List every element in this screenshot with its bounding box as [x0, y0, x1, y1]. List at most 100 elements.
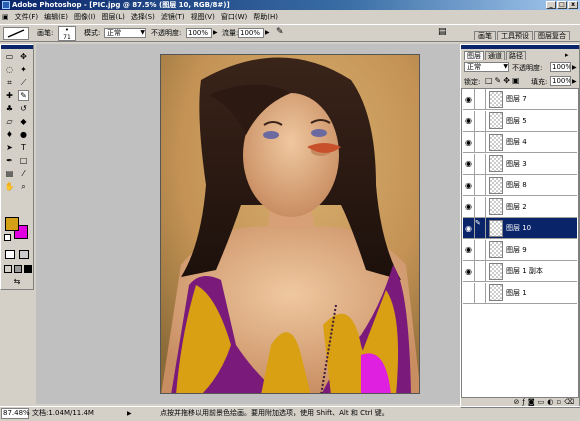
- visibility-eye-icon[interactable]: ◉: [463, 239, 475, 260]
- menu-select[interactable]: 选择(S): [128, 10, 158, 24]
- layer-link-cell[interactable]: [475, 239, 486, 260]
- layer-row[interactable]: ◉ 图层 3: [463, 153, 577, 175]
- crop-tool-icon[interactable]: ⌗: [4, 77, 15, 88]
- photoshop-app-icon[interactable]: [2, 1, 10, 9]
- type-tool-icon[interactable]: T: [18, 142, 29, 153]
- eyedropper-icon[interactable]: ⁄: [18, 168, 29, 179]
- layer-row[interactable]: ◉ 图层 1 副本: [463, 261, 577, 282]
- quick-mask-icon[interactable]: [19, 250, 29, 259]
- add-mask-icon[interactable]: ◙: [528, 398, 538, 406]
- pen-tool-icon[interactable]: ✒: [4, 155, 15, 166]
- chevron-right-icon[interactable]: ▶: [213, 29, 218, 37]
- delete-layer-icon[interactable]: ⌫: [564, 398, 577, 406]
- tab-channels[interactable]: 通道: [485, 51, 505, 60]
- chevron-right-icon[interactable]: ▶: [572, 64, 577, 72]
- layer-link-cell[interactable]: [475, 282, 486, 303]
- default-colors-icon[interactable]: [4, 234, 11, 241]
- layer-row[interactable]: ◉ 图层 9: [463, 239, 577, 261]
- layer-row[interactable]: ◉ 图层 4: [463, 132, 577, 153]
- clone-stamp-icon[interactable]: ♣: [4, 103, 15, 114]
- layer-link-cell[interactable]: [475, 153, 486, 174]
- menu-image[interactable]: 图像(I): [71, 10, 99, 24]
- palette-menu-icon[interactable]: ▸: [565, 51, 569, 59]
- screen-mode-standard-icon[interactable]: [4, 265, 12, 273]
- magic-wand-icon[interactable]: ✦: [18, 64, 29, 75]
- visibility-eye-icon[interactable]: ◉: [463, 110, 475, 131]
- layer-link-cell[interactable]: [475, 261, 486, 281]
- visibility-eye-icon[interactable]: [463, 282, 475, 303]
- layer-link-cell[interactable]: [475, 196, 486, 217]
- mode-select[interactable]: 正常 ▼: [104, 28, 146, 38]
- dodge-tool-icon[interactable]: ●: [18, 129, 29, 140]
- layer-link-cell[interactable]: [475, 132, 486, 152]
- status-menu-arrow-icon[interactable]: ▶: [127, 407, 132, 420]
- paint-bucket-icon[interactable]: ◆: [18, 116, 29, 127]
- menu-layer[interactable]: 图层(L): [99, 10, 128, 24]
- visibility-eye-icon[interactable]: ◉: [463, 132, 475, 152]
- menu-help[interactable]: 帮助(H): [250, 10, 281, 24]
- marquee-tool-icon[interactable]: ▭: [4, 51, 15, 62]
- menu-filter[interactable]: 滤镜(T): [158, 10, 188, 24]
- minimize-button[interactable]: _: [546, 1, 556, 9]
- visibility-eye-icon[interactable]: ◉: [463, 196, 475, 217]
- eraser-tool-icon[interactable]: ▱: [4, 116, 15, 127]
- notes-tool-icon[interactable]: ▤: [4, 168, 15, 179]
- layer-row[interactable]: ◉ ✎ 图层 10: [463, 218, 577, 239]
- visibility-eye-icon[interactable]: ◉: [463, 261, 475, 281]
- doc-menu-icon[interactable]: ▣: [0, 10, 12, 24]
- opacity-input[interactable]: 100%: [186, 28, 212, 38]
- path-select-icon[interactable]: ➤: [4, 142, 15, 153]
- palette-toggle-icon[interactable]: ▤: [438, 28, 447, 37]
- menu-window[interactable]: 窗口(W): [218, 10, 250, 24]
- visibility-eye-icon[interactable]: ◉: [463, 175, 475, 195]
- visibility-eye-icon[interactable]: ◉: [463, 153, 475, 174]
- move-tool-icon[interactable]: ✥: [18, 51, 29, 62]
- layer-row[interactable]: ◉ 图层 2: [463, 196, 577, 218]
- lock-options-icon[interactable]: □✎✥▣: [485, 77, 522, 85]
- tab-layer-comps[interactable]: 图层复合: [534, 31, 570, 40]
- document-canvas[interactable]: [160, 54, 420, 394]
- new-adjustment-icon[interactable]: ◐: [547, 398, 556, 406]
- visibility-eye-icon[interactable]: ◉: [463, 218, 475, 238]
- new-layer-icon[interactable]: ▫: [556, 398, 564, 406]
- link-layers-icon[interactable]: ⊘: [513, 398, 522, 406]
- toolbox-grip[interactable]: [1, 45, 33, 49]
- lasso-tool-icon[interactable]: ◌: [4, 64, 15, 75]
- layer-link-cell[interactable]: [475, 175, 486, 195]
- chevron-right-icon[interactable]: ▶: [572, 78, 577, 86]
- healing-brush-icon[interactable]: ✚: [4, 90, 15, 101]
- layer-row[interactable]: ◉ 图层 8: [463, 175, 577, 196]
- tab-tool-presets[interactable]: 工具预设: [497, 31, 533, 40]
- layer-link-cell[interactable]: ✎: [475, 218, 486, 238]
- layer-row[interactable]: 图层 1: [463, 282, 577, 304]
- menu-file[interactable]: 文件(F): [12, 10, 42, 24]
- brush-tool-icon[interactable]: ✎: [18, 90, 29, 101]
- fill-input[interactable]: 100%: [550, 76, 571, 86]
- tab-paths[interactable]: 路径: [506, 51, 526, 60]
- maximize-button[interactable]: □: [557, 1, 567, 9]
- menu-view[interactable]: 视图(V): [188, 10, 218, 24]
- hand-tool-icon[interactable]: ✋: [4, 181, 15, 192]
- new-group-icon[interactable]: ▭: [538, 398, 548, 406]
- blend-mode-select[interactable]: 正常 ▼: [464, 62, 509, 72]
- layer-opacity-input[interactable]: 100%: [550, 62, 571, 72]
- zoom-tool-icon[interactable]: ⌕: [18, 181, 29, 192]
- layer-row[interactable]: ◉ 图层 5: [463, 110, 577, 132]
- menu-edit[interactable]: 编辑(E): [41, 10, 71, 24]
- tool-preset-picker[interactable]: [3, 27, 29, 40]
- blur-tool-icon[interactable]: ♦: [4, 129, 15, 140]
- layer-row[interactable]: ◉ 图层 7: [463, 89, 577, 110]
- screen-mode-full-icon[interactable]: [24, 265, 32, 273]
- shape-tool-icon[interactable]: □: [18, 155, 29, 166]
- screen-mode-full-menu-icon[interactable]: [14, 265, 22, 273]
- chevron-right-icon[interactable]: ▶: [265, 29, 270, 37]
- flow-input[interactable]: 100%: [238, 28, 264, 38]
- tab-layers[interactable]: 图层: [464, 51, 484, 60]
- layer-link-cell[interactable]: [475, 110, 486, 131]
- history-brush-icon[interactable]: ↺: [18, 103, 29, 114]
- brush-size-picker[interactable]: • 71: [58, 26, 76, 41]
- slice-tool-icon[interactable]: ⟋: [18, 77, 29, 88]
- palette-grip[interactable]: [461, 45, 579, 49]
- jump-to-imageready-icon[interactable]: ⇆: [7, 277, 27, 287]
- close-button[interactable]: x: [568, 1, 578, 9]
